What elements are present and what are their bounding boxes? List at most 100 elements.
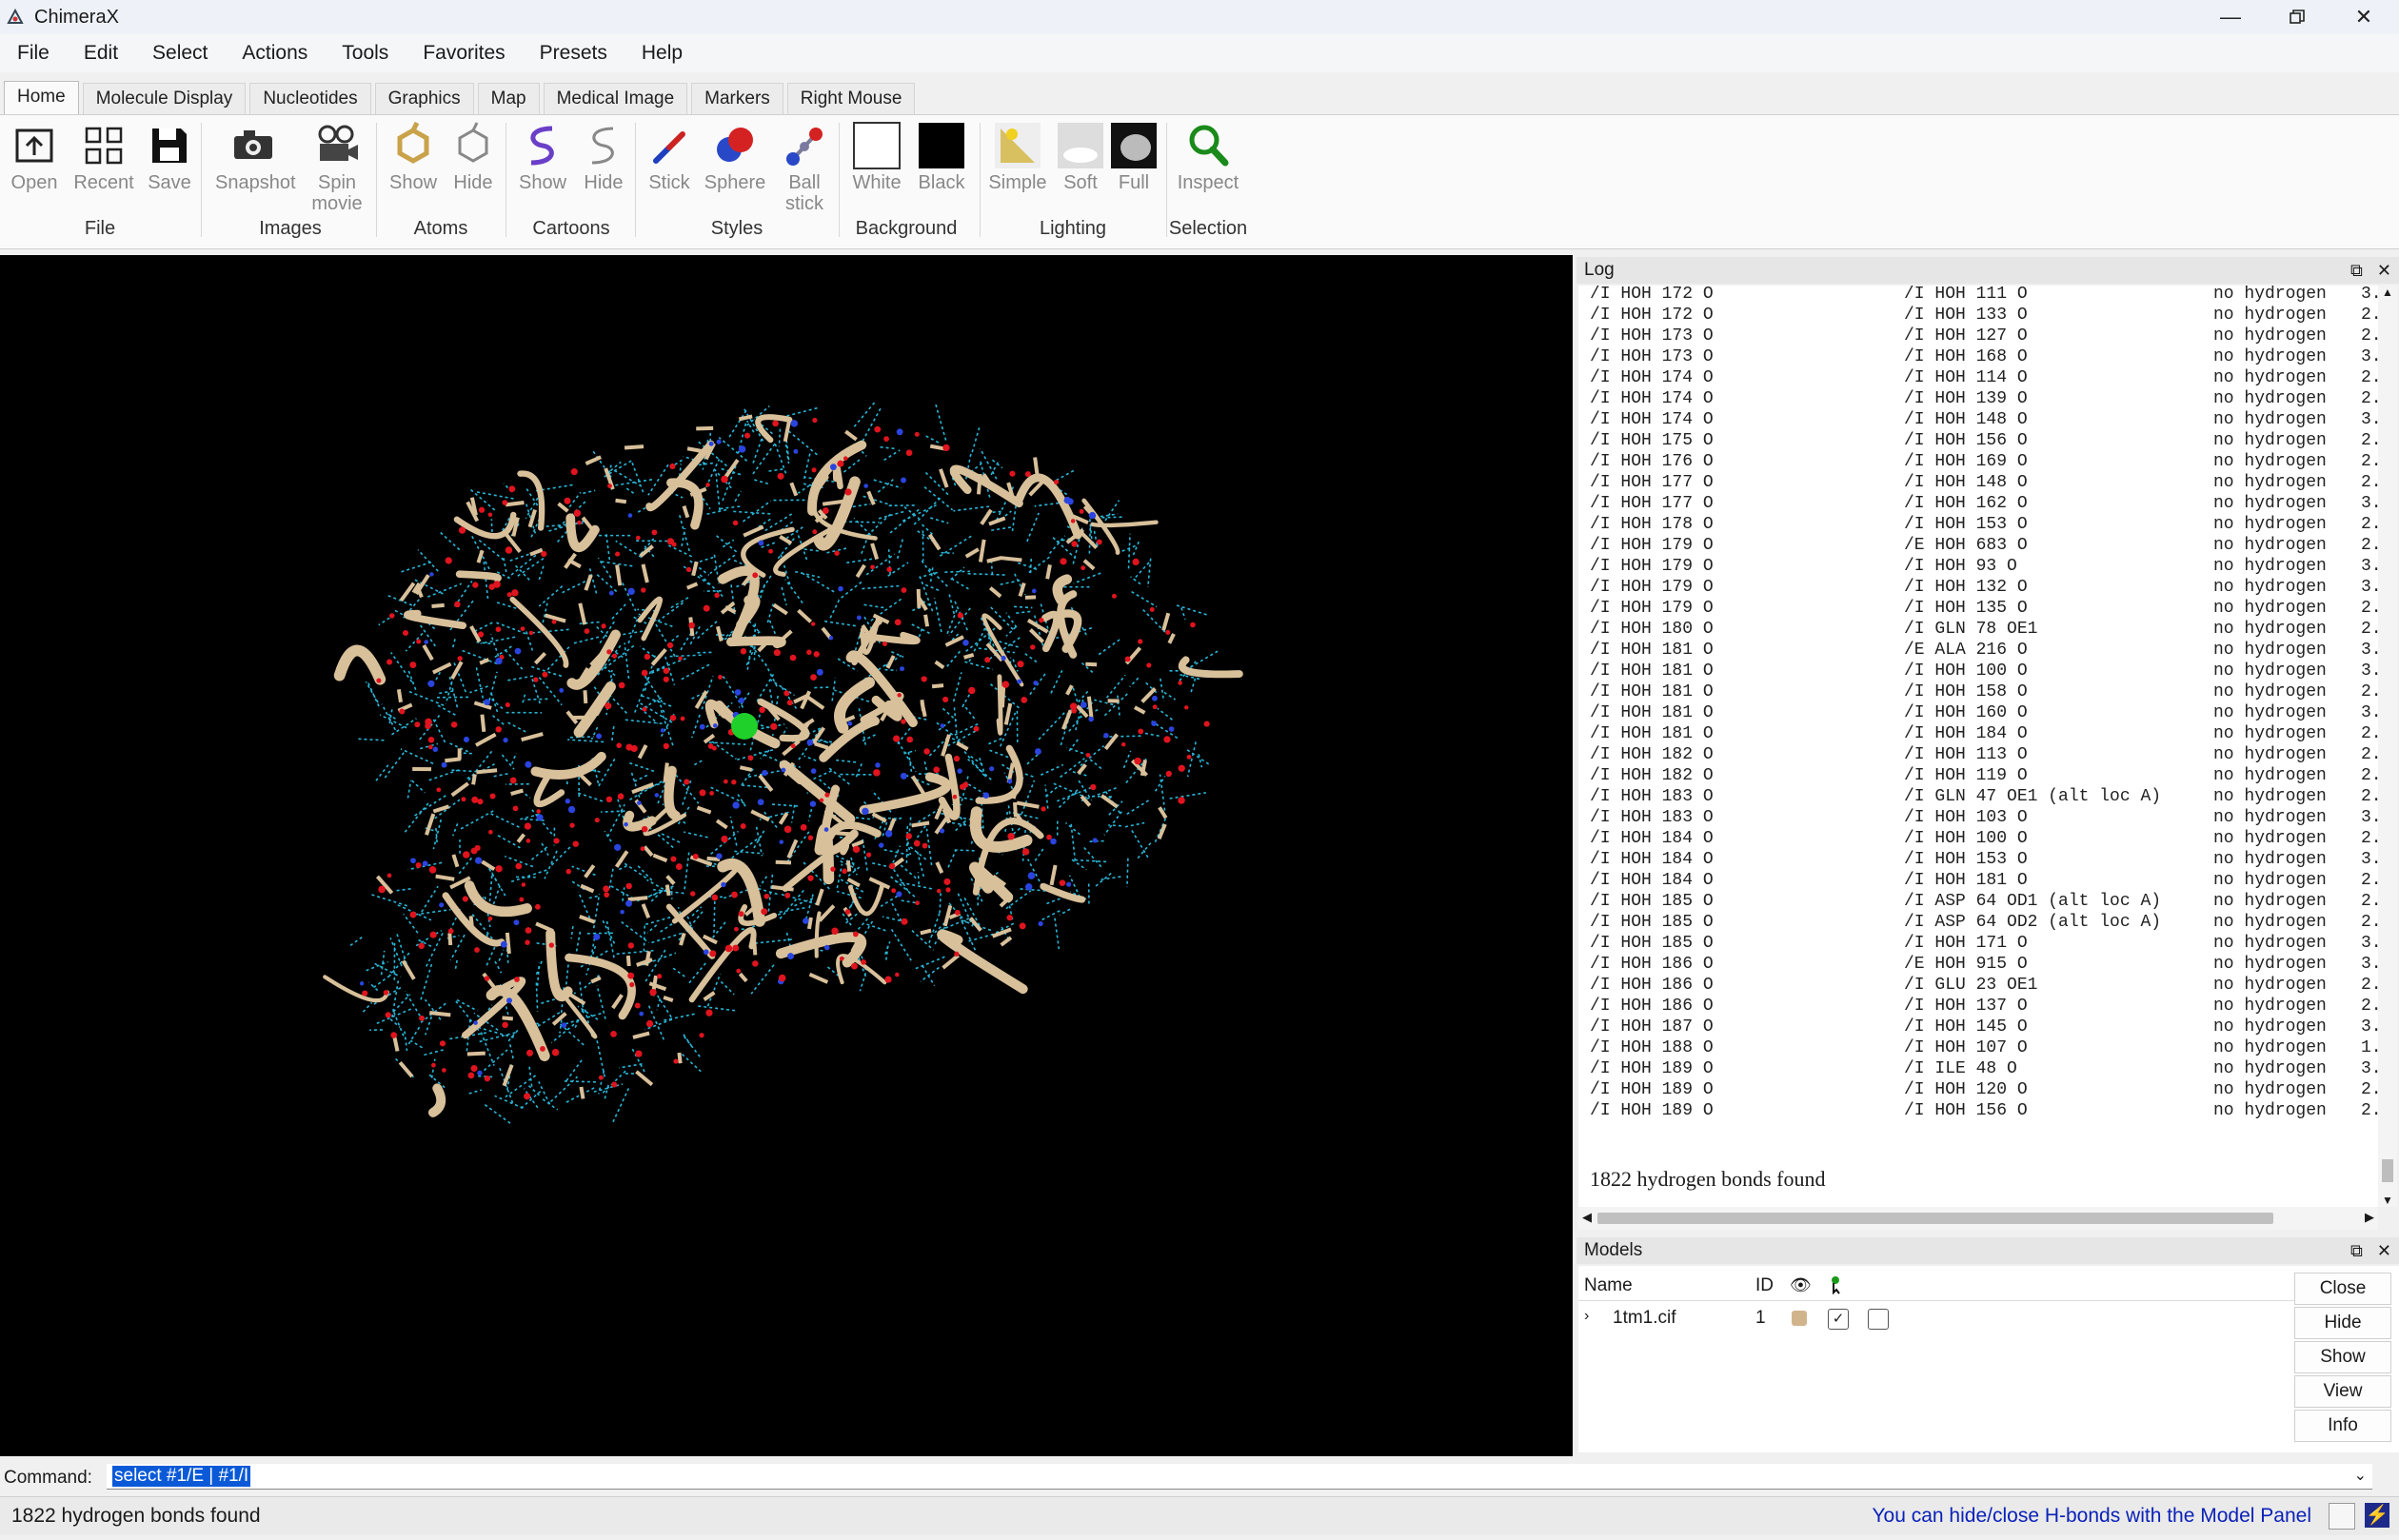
hbond-line bbox=[944, 570, 970, 573]
side-chain-stick bbox=[934, 660, 945, 670]
close-panel-icon[interactable]: ✕ bbox=[2377, 261, 2391, 280]
side-chain-stick bbox=[450, 661, 464, 681]
scroll-down-arrow[interactable]: ▼ bbox=[2382, 1194, 2393, 1207]
inspect-label: Inspect bbox=[1177, 172, 1239, 193]
model-hide-button[interactable]: Hide bbox=[2294, 1307, 2391, 1339]
hbond-line bbox=[1169, 792, 1206, 800]
model-view-button[interactable]: View bbox=[2294, 1375, 2391, 1408]
atom-dot bbox=[409, 911, 417, 918]
menu-favorites[interactable]: Favorites bbox=[406, 34, 522, 72]
menu-help[interactable]: Help bbox=[625, 34, 700, 72]
ball-stick-button[interactable]: Ball stick bbox=[766, 121, 843, 214]
model-row[interactable]: › 1tm1.cif 1 ✓ bbox=[1578, 1304, 2302, 1333]
history-dropdown-icon[interactable]: ⌄ bbox=[2354, 1466, 2367, 1485]
sphere-button[interactable]: Sphere bbox=[697, 121, 773, 193]
image-toggle-icon[interactable] bbox=[2329, 1503, 2355, 1530]
tab-right-mouse[interactable]: Right Mouse bbox=[786, 83, 916, 114]
cartoons-hide-button[interactable]: Hide bbox=[565, 121, 642, 193]
menu-select[interactable]: Select bbox=[135, 34, 225, 72]
model-show-button[interactable]: Show bbox=[2294, 1341, 2391, 1373]
lightning-icon[interactable]: ⚡ bbox=[2365, 1503, 2389, 1528]
atom-dot bbox=[594, 818, 600, 823]
hbond-line bbox=[933, 597, 942, 633]
side-chain-stick bbox=[855, 563, 866, 579]
column-name[interactable]: Name bbox=[1584, 1275, 1633, 1296]
atom-dot bbox=[692, 853, 699, 859]
scroll-thumb[interactable] bbox=[1597, 1213, 2273, 1224]
selected-checkbox[interactable] bbox=[1868, 1309, 1889, 1330]
snapshot-button[interactable]: Snapshot bbox=[215, 121, 296, 193]
command-input[interactable]: select #1/E | #1/I ⌄ bbox=[107, 1464, 2372, 1490]
tab-molecule-display[interactable]: Molecule Display bbox=[82, 83, 247, 114]
log-cell: no hydrogen bbox=[2213, 599, 2327, 618]
hbond-line bbox=[1105, 674, 1126, 699]
model-info-button[interactable]: Info bbox=[2294, 1410, 2391, 1442]
hbond-line bbox=[990, 561, 994, 575]
hbond-line bbox=[681, 527, 686, 546]
tab-markers[interactable]: Markers bbox=[691, 83, 783, 114]
log-row: /I HOH 181 O/I HOH 158 O no hydrogen 2. bbox=[1590, 681, 2378, 702]
atom-dot bbox=[441, 761, 447, 768]
menu-actions[interactable]: Actions bbox=[225, 34, 325, 72]
menu-presets[interactable]: Presets bbox=[523, 34, 625, 72]
scroll-up-arrow[interactable]: ▲ bbox=[2382, 286, 2393, 299]
float-panel-icon[interactable]: ⧉ bbox=[2350, 261, 2363, 280]
atoms-hide-button[interactable]: Hide bbox=[435, 121, 511, 193]
hbond-line bbox=[1022, 651, 1038, 663]
menu-tools[interactable]: Tools bbox=[325, 34, 406, 72]
black-background-button[interactable]: Black bbox=[903, 121, 980, 193]
tab-nucleotides[interactable]: Nucleotides bbox=[249, 83, 371, 114]
tab-graphics[interactable]: Graphics bbox=[374, 83, 474, 114]
atom-dot bbox=[807, 875, 814, 881]
minimize-button[interactable]: — bbox=[2197, 0, 2264, 34]
close-window-button[interactable]: ✕ bbox=[2330, 0, 2397, 34]
atom-dot bbox=[939, 828, 945, 834]
scroll-thumb[interactable] bbox=[2382, 1159, 2393, 1182]
model-close-button[interactable]: Close bbox=[2294, 1273, 2391, 1305]
close-panel-icon[interactable]: ✕ bbox=[2377, 1241, 2391, 1260]
model-color-swatch[interactable] bbox=[1792, 1311, 1807, 1326]
save-button[interactable]: Save bbox=[131, 121, 208, 193]
recent-button[interactable]: Recent bbox=[66, 121, 142, 193]
inspect-button[interactable]: Inspect bbox=[1170, 121, 1246, 193]
hbond-line bbox=[588, 568, 598, 596]
side-chain-stick bbox=[625, 955, 631, 967]
atom-dot bbox=[803, 918, 809, 924]
side-chain-stick bbox=[696, 805, 712, 815]
float-panel-icon[interactable]: ⧉ bbox=[2350, 1241, 2363, 1260]
tab-map[interactable]: Map bbox=[477, 83, 540, 114]
restore-button[interactable] bbox=[2264, 0, 2330, 34]
log-horizontal-scrollbar[interactable]: ◀ ▶ bbox=[1578, 1207, 2378, 1230]
hbond-line bbox=[490, 519, 493, 532]
atom-dot bbox=[439, 1040, 446, 1047]
log-cell: /I HOH 103 O bbox=[1904, 808, 2028, 827]
full-lighting-button[interactable]: Full bbox=[1096, 121, 1172, 193]
hbond-line bbox=[1130, 576, 1141, 585]
scroll-left-arrow[interactable]: ◀ bbox=[1582, 1210, 1592, 1225]
atom-dot bbox=[1033, 681, 1039, 686]
log-cell: 3. bbox=[2361, 641, 2378, 660]
hbond-line bbox=[828, 600, 841, 621]
log-vertical-scrollbar[interactable]: ▲ ▼ bbox=[2378, 286, 2397, 1207]
menu-edit[interactable]: Edit bbox=[67, 34, 135, 72]
tab-home[interactable]: Home bbox=[4, 81, 79, 114]
open-button[interactable]: Open bbox=[0, 121, 72, 193]
hbond-line bbox=[967, 572, 1007, 576]
hbond-line bbox=[926, 566, 948, 587]
spin-movie-button[interactable]: Spin movie bbox=[299, 121, 375, 214]
menu-file[interactable]: File bbox=[0, 34, 67, 72]
atom-dot bbox=[770, 722, 778, 730]
ball-stick-label: Ball stick bbox=[785, 172, 823, 214]
group-images: Images bbox=[259, 218, 322, 239]
hbond-line bbox=[852, 503, 871, 508]
tab-medical-image[interactable]: Medical Image bbox=[543, 83, 688, 114]
stick-button[interactable]: Stick bbox=[631, 121, 707, 193]
graphics-viewer[interactable] bbox=[0, 255, 1573, 1456]
hbond-line bbox=[459, 810, 494, 831]
expand-chevron-icon[interactable]: › bbox=[1584, 1308, 1589, 1325]
log-content[interactable]: 1822 hydrogen bonds found /I HOH 172 O/I… bbox=[1578, 286, 2378, 1207]
column-id[interactable]: ID bbox=[1755, 1275, 1774, 1296]
shown-checkbox[interactable]: ✓ bbox=[1828, 1309, 1849, 1330]
atom-dot bbox=[1085, 753, 1091, 758]
scroll-right-arrow[interactable]: ▶ bbox=[2365, 1210, 2374, 1225]
